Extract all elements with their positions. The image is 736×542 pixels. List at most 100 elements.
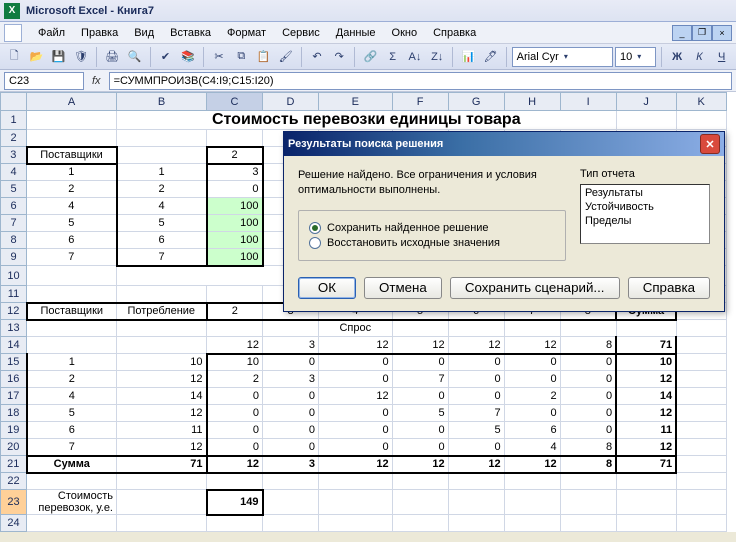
cell[interactable]: 7 [27, 249, 117, 266]
cell[interactable]: 12 [448, 456, 504, 473]
cell[interactable]: 5 [27, 405, 117, 422]
new-icon[interactable]: 🗋 [4, 46, 24, 68]
cell[interactable] [504, 473, 560, 490]
cell[interactable]: 5 [27, 215, 117, 232]
cell[interactable] [676, 439, 726, 456]
column-header[interactable]: E [319, 93, 393, 111]
cell[interactable]: 8 [560, 439, 616, 456]
dialog-title-bar[interactable]: Результаты поиска решения ✕ [284, 132, 724, 156]
cell[interactable]: 12 [448, 337, 504, 354]
cell[interactable] [392, 473, 448, 490]
cell[interactable]: 3 [263, 456, 319, 473]
cell[interactable]: 1 [117, 164, 207, 181]
cell[interactable] [448, 320, 504, 337]
cell[interactable]: 2 [207, 147, 263, 164]
cell[interactable] [560, 320, 616, 337]
cell[interactable] [676, 388, 726, 405]
cell[interactable] [117, 490, 207, 515]
cell[interactable] [319, 473, 393, 490]
cell[interactable]: 4 [27, 388, 117, 405]
cell[interactable]: Стоимость перевозки единицы товара [117, 111, 617, 130]
cell[interactable]: 0 [504, 354, 560, 371]
sum-icon[interactable]: Σ [383, 46, 403, 68]
cell[interactable]: Поставщики [27, 147, 117, 164]
row-header[interactable]: 19 [1, 422, 27, 439]
cell[interactable] [263, 320, 319, 337]
cell[interactable]: Сумма [27, 456, 117, 473]
row-header[interactable]: 23 [1, 490, 27, 515]
spell-icon[interactable]: ✔ [155, 46, 175, 68]
ok-button[interactable]: ОК [298, 277, 356, 299]
preview-icon[interactable]: 🔍 [124, 46, 144, 68]
cell[interactable] [117, 147, 207, 164]
column-header[interactable]: C [207, 93, 263, 111]
cell[interactable]: 3 [207, 164, 263, 181]
cell[interactable]: 0 [319, 354, 393, 371]
row-header[interactable]: 18 [1, 405, 27, 422]
column-header[interactable]: J [616, 93, 676, 111]
menu-file[interactable]: Файл [30, 24, 73, 42]
cell[interactable]: 5 [117, 215, 207, 232]
menu-tools[interactable]: Сервис [274, 24, 328, 42]
fx-icon[interactable]: fx [88, 75, 105, 87]
cell[interactable] [319, 515, 393, 532]
cell[interactable]: 1 [27, 164, 117, 181]
cell[interactable] [676, 111, 726, 130]
row-header[interactable]: 17 [1, 388, 27, 405]
cell[interactable]: 0 [263, 354, 319, 371]
cell[interactable]: 0 [560, 354, 616, 371]
menu-insert[interactable]: Вставка [162, 24, 219, 42]
list-item[interactable]: Результаты [582, 186, 708, 200]
menu-data[interactable]: Данные [328, 24, 384, 42]
copy-icon[interactable]: ⧉ [231, 46, 251, 68]
save-scenario-button[interactable]: Сохранить сценарий... [450, 277, 620, 299]
cell[interactable]: 0 [448, 388, 504, 405]
save-icon[interactable]: 💾 [49, 46, 69, 68]
font-select[interactable]: Arial Cyr▾ [512, 47, 613, 67]
cell[interactable]: 0 [319, 439, 393, 456]
cell[interactable]: Спрос [319, 320, 393, 337]
cell[interactable]: 14 [616, 388, 676, 405]
cell[interactable] [616, 111, 676, 130]
redo-icon[interactable]: ↷ [329, 46, 349, 68]
column-header[interactable]: F [392, 93, 448, 111]
cell[interactable] [117, 515, 207, 532]
cell[interactable] [560, 490, 616, 515]
cell[interactable]: Стоимость перевозок, у.е. [27, 490, 117, 515]
research-icon[interactable]: 📚 [178, 46, 198, 68]
cell[interactable] [392, 515, 448, 532]
cell[interactable]: 100 [207, 198, 263, 215]
cell[interactable] [207, 473, 263, 490]
cell[interactable] [676, 371, 726, 388]
cell[interactable]: 6 [27, 422, 117, 439]
format-painter-icon[interactable]: 🖌 [276, 46, 296, 68]
cell[interactable] [27, 266, 117, 286]
drawing-icon[interactable]: 🖊 [480, 46, 500, 68]
cell[interactable] [27, 130, 117, 147]
paste-icon[interactable]: 📋 [253, 46, 273, 68]
cell[interactable]: 71 [616, 337, 676, 354]
cell[interactable] [207, 515, 263, 532]
formula-input[interactable]: =СУММПРОИЗВ(C4:I9;C15:I20) [109, 72, 732, 90]
cell[interactable] [676, 515, 726, 532]
row-header[interactable]: 5 [1, 181, 27, 198]
cell[interactable]: 8 [560, 337, 616, 354]
mdi-min-icon[interactable]: _ [672, 25, 692, 41]
cell[interactable] [504, 490, 560, 515]
name-box[interactable]: C23 [4, 72, 84, 90]
cell[interactable] [207, 320, 263, 337]
cell[interactable]: 12 [616, 371, 676, 388]
cell[interactable]: 0 [504, 405, 560, 422]
cell[interactable]: 0 [263, 422, 319, 439]
cell[interactable] [27, 337, 117, 354]
cell[interactable] [676, 320, 726, 337]
cell[interactable] [263, 515, 319, 532]
report-listbox[interactable]: Результаты Устойчивость Пределы [580, 184, 710, 244]
chart-icon[interactable]: 📊 [458, 46, 478, 68]
cell[interactable]: 0 [392, 439, 448, 456]
cell[interactable] [117, 473, 207, 490]
cell[interactable] [117, 337, 207, 354]
cancel-button[interactable]: Отмена [364, 277, 442, 299]
row-header[interactable]: 3 [1, 147, 27, 164]
row-header[interactable]: 9 [1, 249, 27, 266]
